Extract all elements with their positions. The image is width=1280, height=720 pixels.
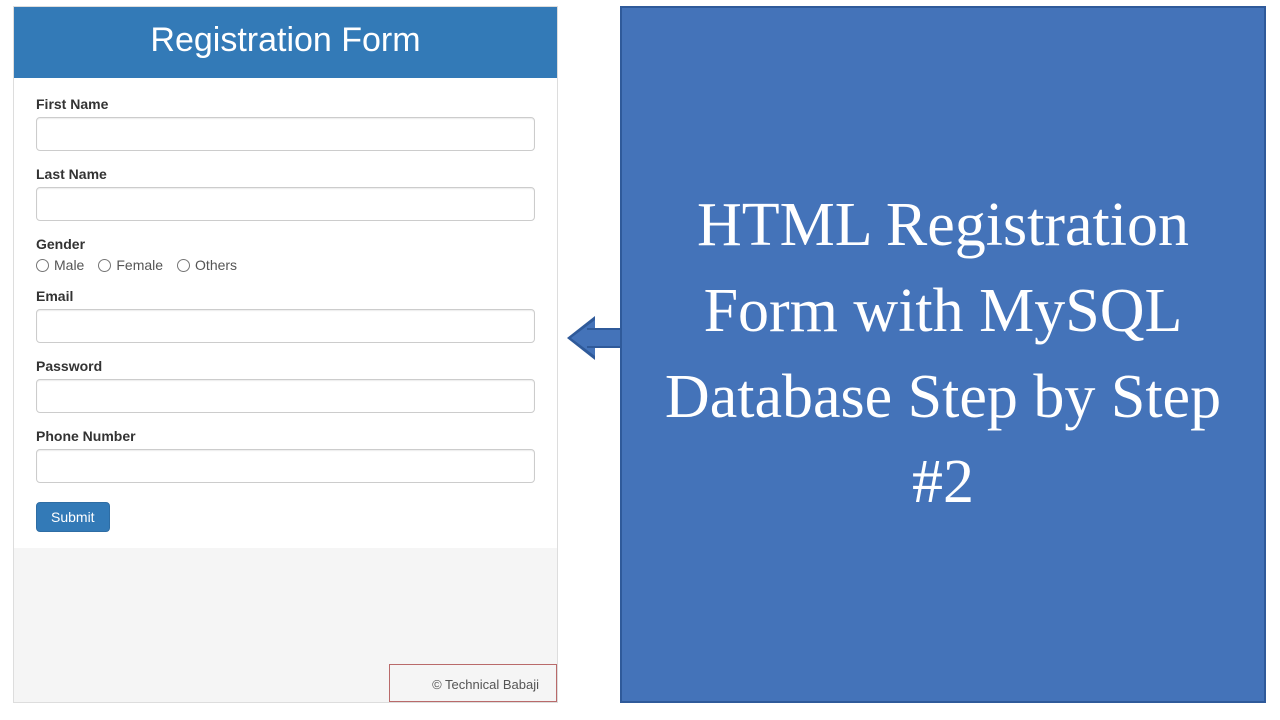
gender-radio-male[interactable]: [36, 259, 49, 272]
last-name-input[interactable]: [36, 187, 535, 221]
email-group: Email: [36, 288, 535, 343]
email-label: Email: [36, 288, 535, 304]
phone-group: Phone Number: [36, 428, 535, 483]
gender-radio-male-label: Male: [54, 257, 84, 273]
arrow-left-icon: [569, 310, 623, 366]
form-title: Registration Form: [14, 7, 557, 78]
gender-label: Gender: [36, 236, 535, 252]
first-name-label: First Name: [36, 96, 535, 112]
last-name-group: Last Name: [36, 166, 535, 221]
gender-radio-others-label: Others: [195, 257, 237, 273]
gender-group: Gender Male Female Others: [36, 236, 535, 273]
gender-option-female: Female: [98, 257, 163, 273]
promo-panel: HTML Registration Form with MySQL Databa…: [620, 6, 1266, 703]
gender-radio-female[interactable]: [98, 259, 111, 272]
email-input[interactable]: [36, 309, 535, 343]
gender-radio-row: Male Female Others: [36, 257, 535, 273]
gender-radio-female-label: Female: [116, 257, 163, 273]
last-name-label: Last Name: [36, 166, 535, 182]
gender-option-others: Others: [177, 257, 237, 273]
gender-option-male: Male: [36, 257, 84, 273]
gender-radio-others[interactable]: [177, 259, 190, 272]
password-input[interactable]: [36, 379, 535, 413]
footer-credit: © Technical Babaji: [432, 677, 539, 692]
password-group: Password: [36, 358, 535, 413]
phone-input[interactable]: [36, 449, 535, 483]
promo-text: HTML Registration Form with MySQL Databa…: [646, 183, 1240, 525]
phone-label: Phone Number: [36, 428, 535, 444]
first-name-group: First Name: [36, 96, 535, 151]
submit-button[interactable]: Submit: [36, 502, 110, 532]
registration-form-panel: Registration Form First Name Last Name G…: [13, 6, 558, 703]
form-body: First Name Last Name Gender Male Female: [14, 78, 557, 548]
first-name-input[interactable]: [36, 117, 535, 151]
password-label: Password: [36, 358, 535, 374]
